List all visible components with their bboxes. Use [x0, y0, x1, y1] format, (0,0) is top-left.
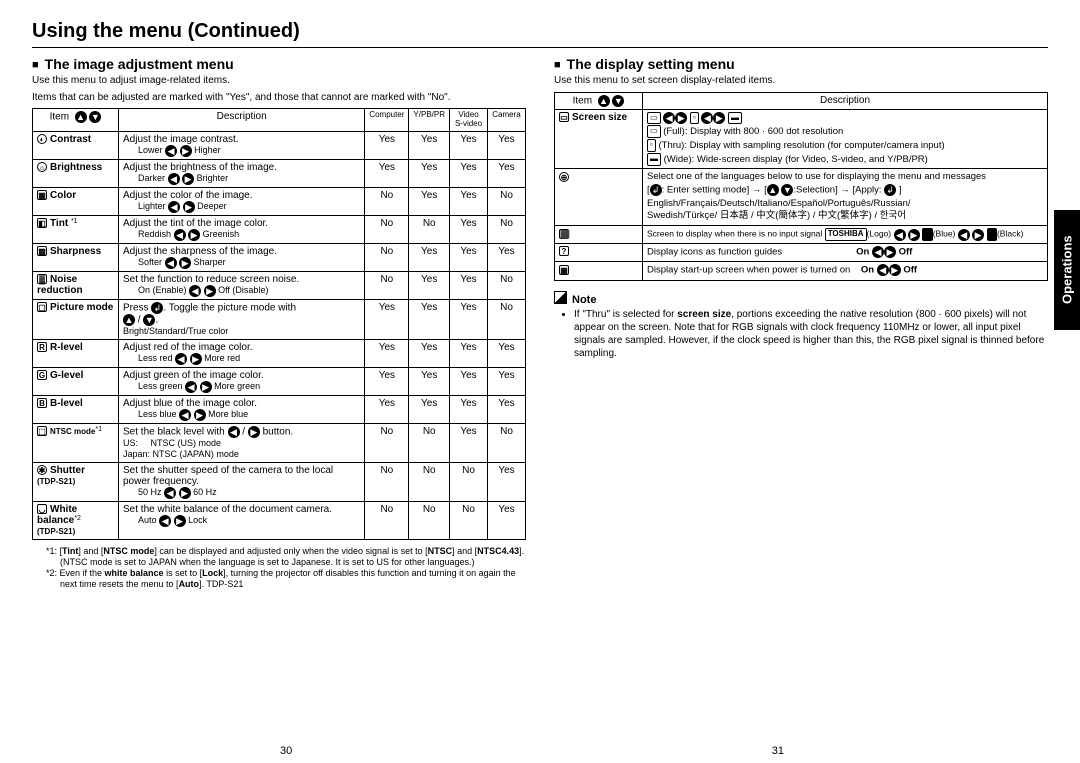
blevel-icon: B	[37, 398, 47, 408]
row-no-signal: ⬛ Screen to display when there is no inp…	[555, 226, 1048, 244]
image-adj-intro1: Use this menu to adjust image-related it…	[32, 75, 526, 88]
down-icon: ▼	[612, 95, 624, 107]
noise-icon: ▓	[37, 274, 47, 284]
footnote-1: *1: [Tint] and [NTSC mode] can be displa…	[46, 546, 526, 569]
page-number-right: 31	[772, 745, 784, 757]
wide-icon: ▬	[728, 112, 742, 125]
startup-icon: ▦	[559, 265, 569, 275]
display-setting-intro: Use this menu to set screen display-rela…	[554, 75, 1048, 88]
toshiba-logo: TOSHIBA	[825, 228, 867, 241]
image-adj-intro2: Items that can be adjusted are marked wi…	[32, 92, 526, 105]
display-setting-table: Item ▲ ▼ Description ▭Screen size ▭ ◀▶ ▫…	[554, 92, 1048, 281]
footnotes: *1: [Tint] and [NTSC mode] can be displa…	[32, 546, 526, 591]
row-blevel: BB-level Adjust blue of the image color.…	[33, 395, 526, 423]
full-icon: ▭	[647, 112, 661, 125]
row-contrast: ◐Contrast Adjust the image contrast. Low…	[33, 131, 526, 159]
rlevel-icon: R	[37, 342, 47, 352]
image-adj-heading: The image adjustment menu	[32, 56, 526, 72]
row-color: ▦Color Adjust the color of the image. Li…	[33, 187, 526, 215]
tint-icon: ◧	[37, 218, 47, 228]
up-icon: ▲	[75, 111, 87, 123]
contrast-icon: ◐	[37, 134, 47, 144]
row-shutter: ✱Shutter(TDP-S21) Set the shutter speed …	[33, 462, 526, 501]
row-guide: ? Display icons as function guides On ◀▶…	[555, 244, 1048, 262]
up-icon: ▲	[598, 95, 610, 107]
th-video: Video S-video	[450, 109, 488, 132]
th-computer: Computer	[365, 109, 409, 132]
row-rlevel: RR-level Adjust red of the image color. …	[33, 339, 526, 367]
left-icon: ◀	[165, 145, 177, 157]
page-title: Using the menu (Continued)	[32, 20, 1048, 48]
row-glevel: GG-level Adjust green of the image color…	[33, 367, 526, 395]
th-desc: Description	[119, 109, 365, 132]
ntsc-icon: ⬚	[37, 426, 47, 436]
row-sharpness: ▩Sharpness Adjust the sharpness of the i…	[33, 243, 526, 271]
operations-tab: Operations	[1054, 210, 1080, 330]
color-icon: ▦	[37, 190, 47, 200]
sharpness-icon: ▩	[37, 246, 47, 256]
picture-icon: ▢	[37, 302, 47, 312]
row-ntsc: ⬚NTSC mode*1 Set the black level with ◀ …	[33, 423, 526, 462]
th-desc-r: Description	[643, 92, 1048, 109]
image-adj-table: Item ▲ ▼ Description Computer Y/PB/PR Vi…	[32, 108, 526, 540]
glevel-icon: G	[37, 370, 47, 380]
note-body: If "Thru" is selected for screen size, p…	[554, 308, 1048, 360]
row-screen-size: ▭Screen size ▭ ◀▶ ▫ ◀▶ ▬ ▭ (Full): Displ…	[555, 109, 1048, 169]
down-icon: ▼	[89, 111, 101, 123]
th-camera: Camera	[488, 109, 526, 132]
enter-icon: ↲	[650, 184, 662, 196]
footnote-2: *2: Even if the white balance is set to …	[46, 568, 526, 591]
screensize-icon: ▭	[559, 112, 569, 122]
row-tint: ◧Tint *1 Adjust the tint of the image co…	[33, 215, 526, 243]
two-column-layout: The image adjustment menu Use this menu …	[32, 56, 1048, 591]
guide-icon: ?	[559, 246, 569, 256]
note-heading: Note	[554, 291, 1048, 306]
row-white-balance: ◡White balance*2(TDP-S21) Set the white …	[33, 501, 526, 539]
row-language: ⊕ Select one of the languages below to u…	[555, 169, 1048, 226]
brightness-icon: ☼	[37, 162, 47, 172]
row-startup: ▦ Display start-up screen when power is …	[555, 262, 1048, 280]
wb-icon: ◡	[37, 504, 47, 514]
left-column: The image adjustment menu Use this menu …	[32, 56, 526, 591]
row-picture-mode: ▢Picture mode Press ↲. Toggle the pictur…	[33, 299, 526, 339]
right-icon: ▶	[180, 145, 192, 157]
enter-icon: ↲	[151, 302, 163, 314]
row-noise: ▓Noise reduction Set the function to red…	[33, 271, 526, 299]
th-ypbpr: Y/PB/PR	[409, 109, 450, 132]
th-item: Item ▲ ▼	[33, 109, 119, 132]
nosignal-icon: ⬛	[559, 229, 569, 239]
row-brightness: ☼Brightness Adjust the brightness of the…	[33, 159, 526, 187]
th-item-r: Item ▲ ▼	[555, 92, 643, 109]
manual-page: Using the menu (Continued) The image adj…	[0, 0, 1080, 763]
shutter-icon: ✱	[37, 465, 47, 475]
thru-icon: ▫	[690, 112, 699, 125]
display-setting-heading: The display setting menu	[554, 56, 1048, 72]
globe-icon: ⊕	[559, 172, 569, 182]
right-column: The display setting menu Use this menu t…	[554, 56, 1048, 591]
page-number-left: 30	[280, 745, 292, 757]
